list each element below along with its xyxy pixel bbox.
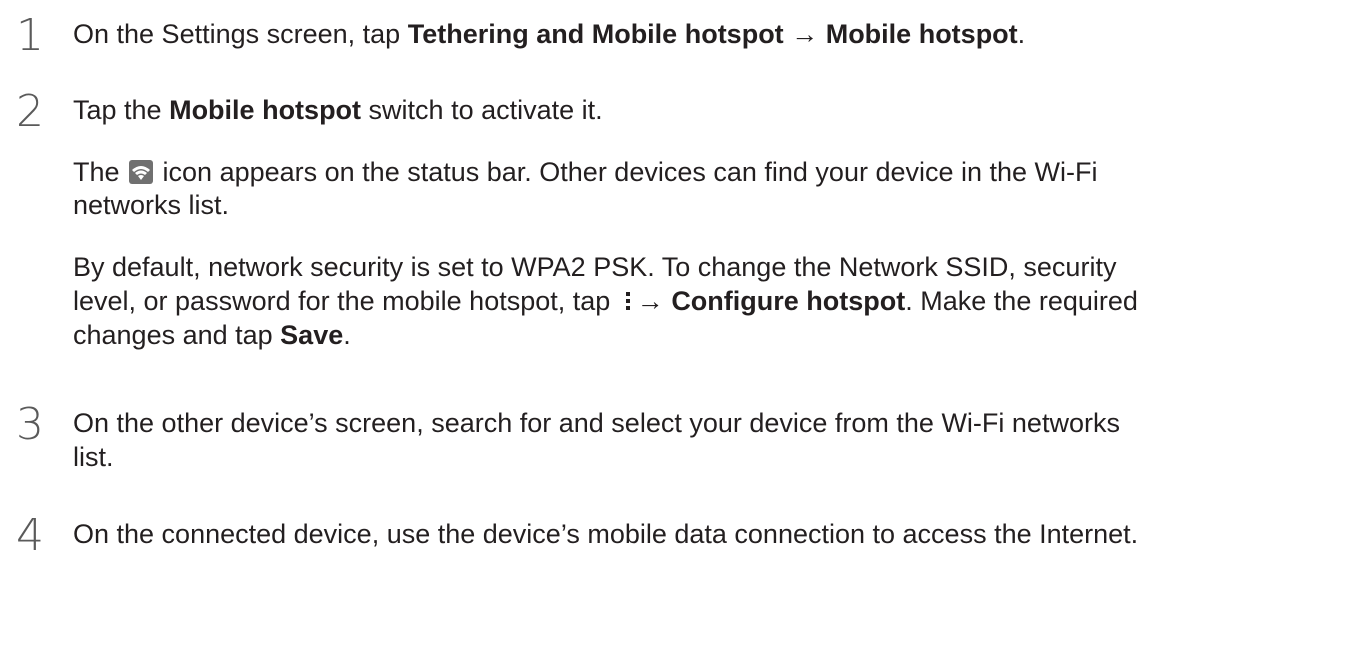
period: . xyxy=(343,320,351,350)
step-2-paragraph-security-line3: changes and tap Save. xyxy=(73,318,351,352)
more-options-icon xyxy=(622,287,634,311)
step-1-text: On the Settings screen, tap Tethering an… xyxy=(73,17,1025,51)
step-3-text-line2: list. xyxy=(73,442,114,472)
mobile-hotspot-switch-label: Mobile hotspot xyxy=(169,95,362,125)
step-2-paragraph-security: By default, network security is set to W… xyxy=(73,252,1117,282)
wifi-hotspot-icon xyxy=(129,158,154,184)
step-2-text-part: Tap the xyxy=(73,95,170,125)
step-4-text: On the connected device, use the device’… xyxy=(73,519,1139,549)
arrow: → xyxy=(636,286,672,316)
step-1-text-part: On the Settings screen, tap xyxy=(73,19,408,49)
text-part: . Make the required xyxy=(905,286,1138,316)
step-2-paragraph-icon-cont: networks list. xyxy=(73,190,230,220)
save-label: Save xyxy=(280,320,344,350)
step-number: 2 xyxy=(16,86,44,137)
text-part: icon appears on the status bar. Other de… xyxy=(155,157,1098,187)
text-part: changes and tap xyxy=(73,320,281,350)
step-number: 3 xyxy=(16,399,44,450)
step-2-paragraph-security-line2: level, or password for the mobile hotspo… xyxy=(73,284,1138,318)
text-part: The xyxy=(73,157,128,187)
step-number: 4 xyxy=(16,510,44,561)
arrow: → xyxy=(783,19,826,49)
period: . xyxy=(1017,19,1026,49)
tethering-menu-label: Tethering and Mobile hotspot xyxy=(407,19,784,49)
mobile-hotspot-menu-label: Mobile hotspot xyxy=(825,19,1018,49)
step-2-text: Tap the Mobile hotspot switch to activat… xyxy=(73,93,603,127)
text-part: level, or password for the mobile hotspo… xyxy=(73,286,618,316)
step-number: 1 xyxy=(16,10,44,61)
step-2-paragraph-icon: The icon appears on the status bar. Othe… xyxy=(73,155,1098,189)
step-2-text-part: switch to activate it. xyxy=(361,95,603,125)
configure-hotspot-label: Configure hotspot xyxy=(671,286,906,316)
step-3-text: On the other device’s screen, search for… xyxy=(73,408,1120,438)
